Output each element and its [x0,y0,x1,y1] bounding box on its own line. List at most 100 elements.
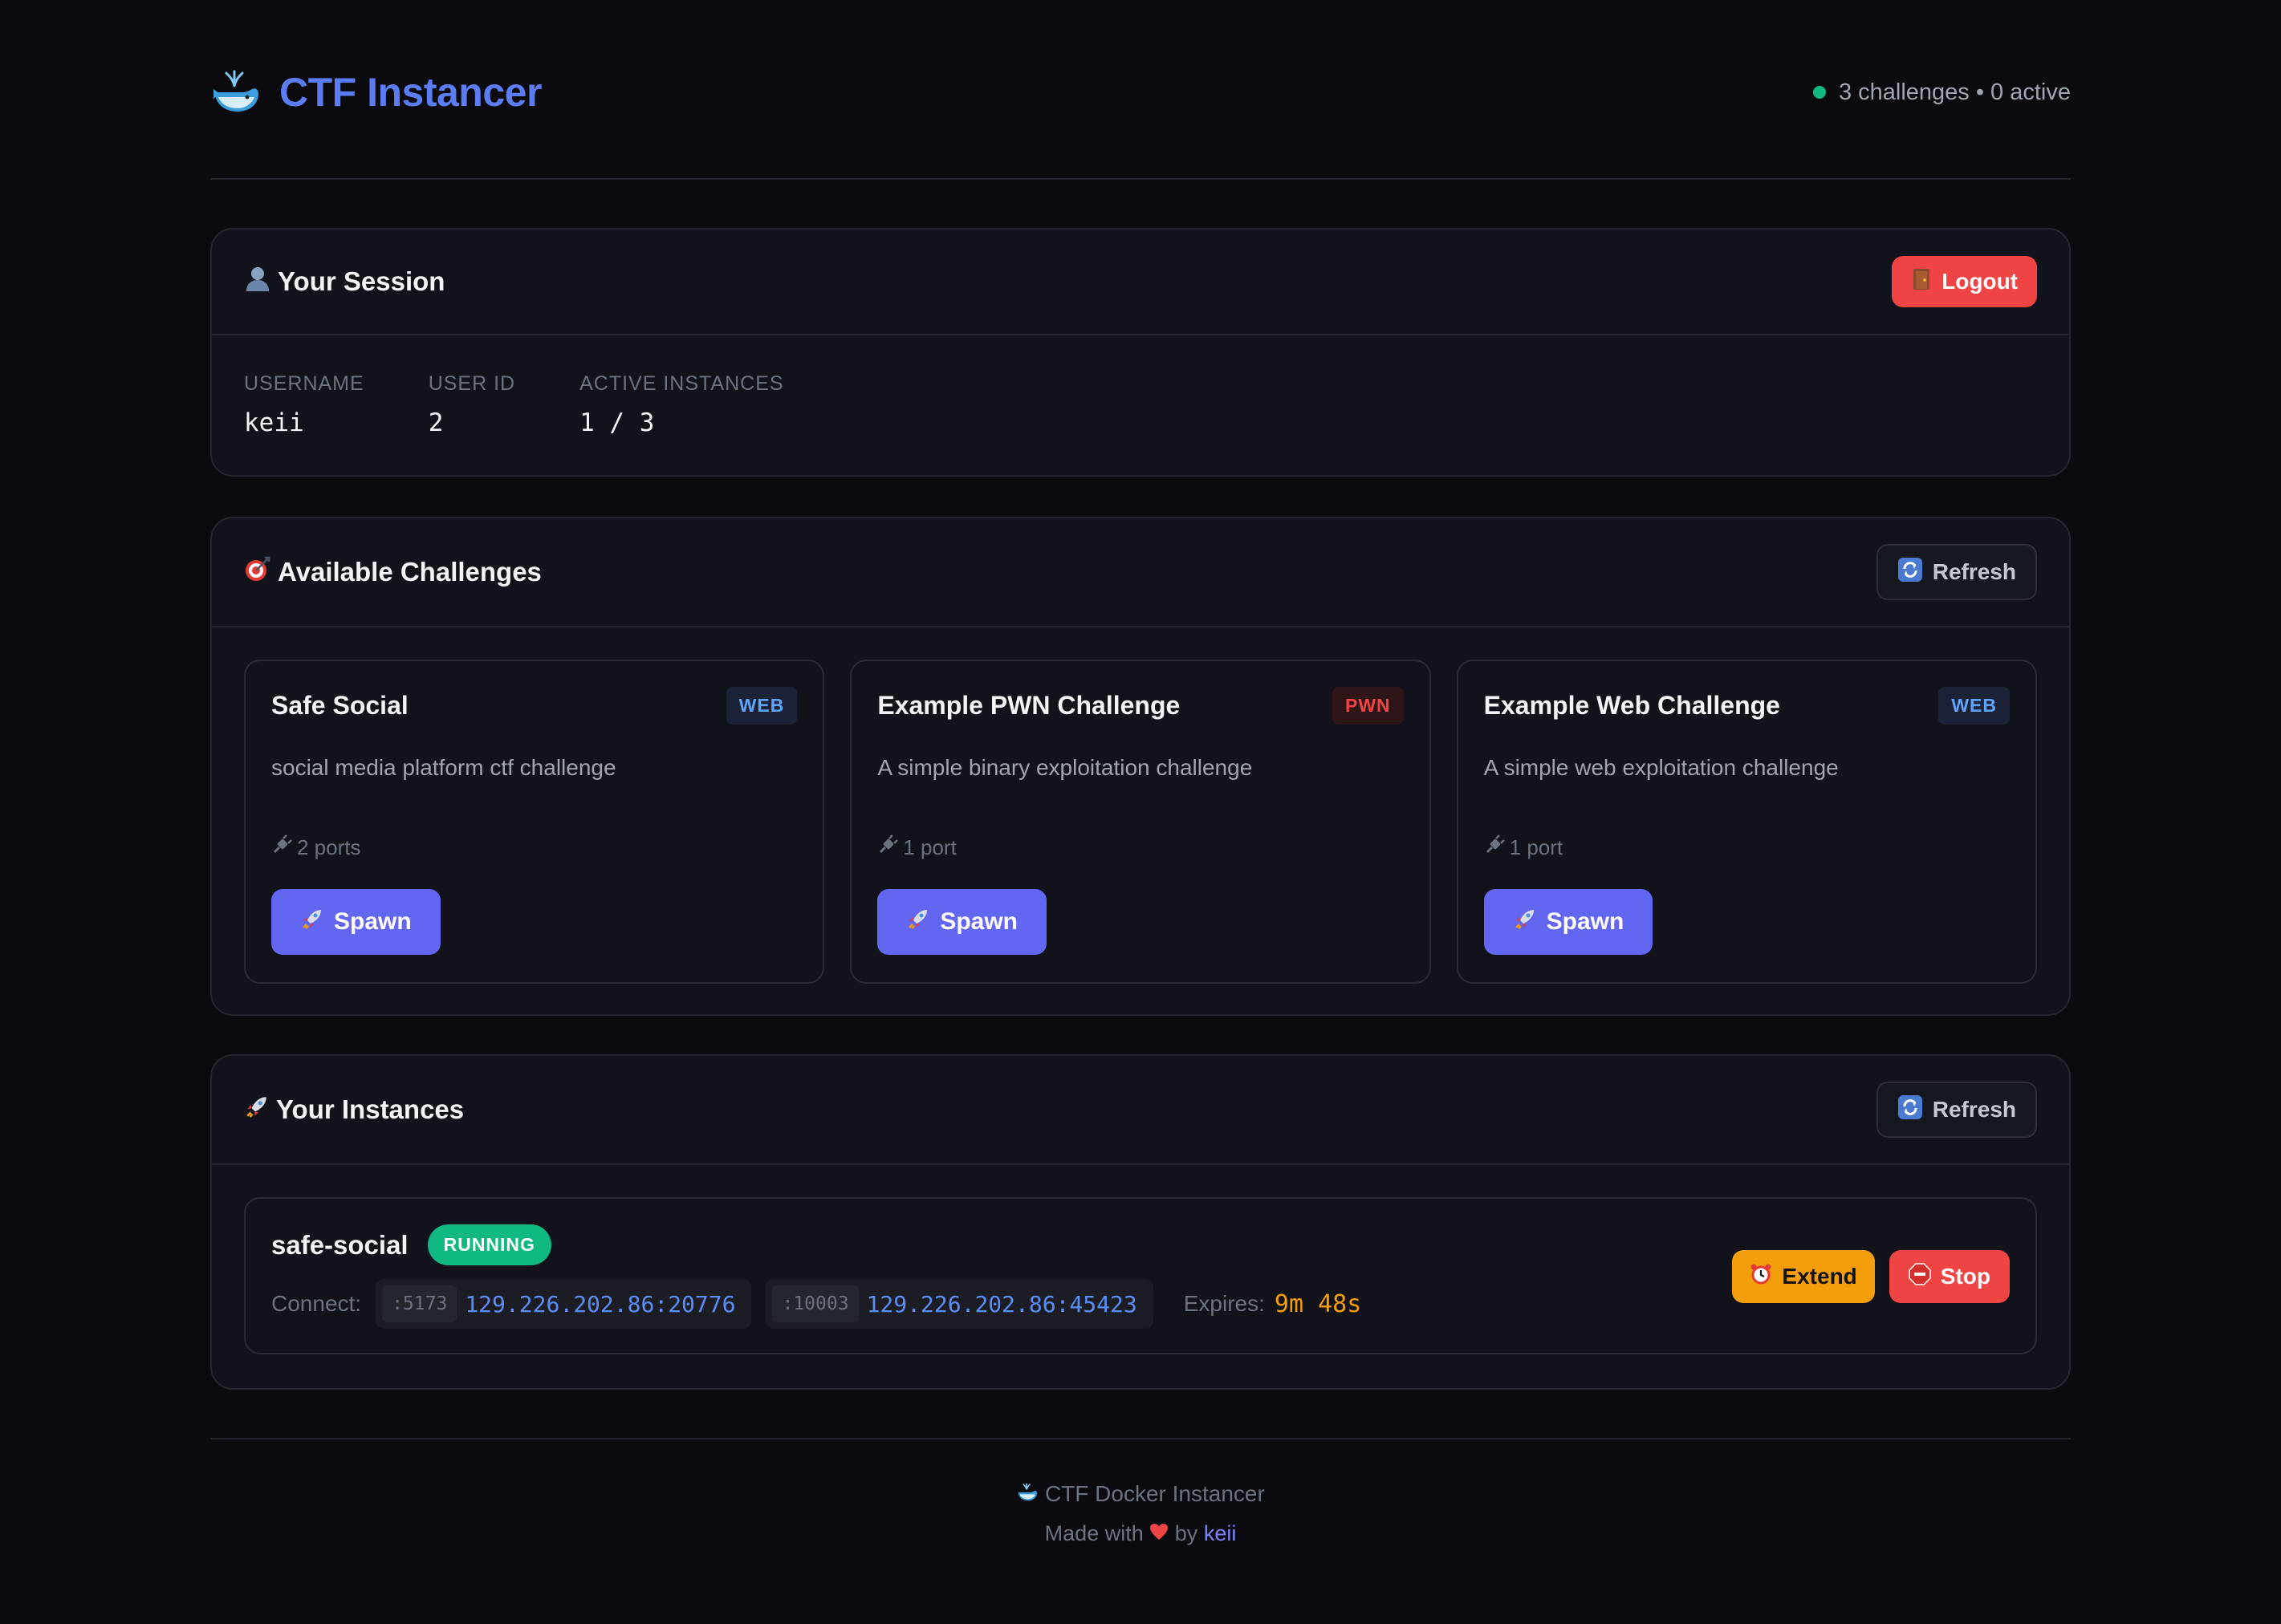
challenges-title-text: Available Challenges [278,557,542,587]
alarm-clock-icon [1750,1263,1772,1291]
brand: CTF Instancer [210,65,542,120]
footer-title-text: CTF Docker Instancer [1044,1481,1265,1506]
challenge-name: Safe Social [271,691,409,720]
challenges-refresh-label: Refresh [1932,559,2016,584]
challenge-name: Example PWN Challenge [877,691,1181,720]
spawn-button[interactable]: Spawn [271,889,441,955]
extend-button[interactable]: Extend [1732,1250,1875,1303]
ports-count: 2 ports [297,835,361,859]
challenge-card: Example Web Challenge WEB A simple web e… [1456,660,2037,984]
connect-label: Connect: [271,1291,362,1316]
spawn-label: Spawn [334,908,412,935]
challenges-panel-header: Available Challenges Refresh [212,518,2069,627]
username-label: USERNAME [244,372,364,395]
author-link[interactable]: keii [1204,1521,1237,1545]
expires-label: Expires: [1183,1291,1265,1316]
door-icon [1911,268,1932,296]
instance-row: safe-social RUNNING Connect: :5173 129.2… [244,1197,2037,1354]
category-badge: WEB [1938,687,2010,725]
instances-panel-header: Your Instances Refresh [212,1056,2069,1165]
stop-button[interactable]: Stop [1889,1250,2010,1303]
by-text: by [1174,1521,1198,1545]
username-value: keii [244,408,304,437]
extend-label: Extend [1782,1264,1857,1289]
rocket-icon [300,907,324,937]
footer: CTF Docker Instancer Made with by keii [210,1438,2071,1546]
spawn-button[interactable]: Spawn [877,889,1047,955]
challenge-list: Safe Social WEB social media platform ct… [212,627,2069,1016]
stop-sign-icon [1909,1262,1931,1291]
plug-icon [271,834,292,861]
instances-panel: Your Instances Refresh safe-social RUNNI… [210,1054,2071,1390]
session-panel-header: Your Session Logout [212,229,2069,335]
user-id-label: USER ID [428,372,516,395]
page: CTF Instancer 3 challenges • 0 active Yo… [210,0,2071,1545]
internal-port: :10003 [772,1285,859,1322]
instances-title: Your Instances [244,1094,464,1126]
footer-title: CTF Docker Instancer [210,1481,2071,1507]
ports-count: 1 port [1509,835,1563,859]
rocket-icon [906,907,930,937]
challenge-ports: 2 ports [271,834,361,861]
challenges-panel: Available Challenges Refresh Safe Social… [210,517,2071,1016]
expiry: Expires: 9m 48s [1184,1290,1362,1318]
logout-label: Logout [1941,269,2018,294]
user-icon [244,265,271,298]
session-panel: Your Session Logout USERNAME keii USER I… [210,228,2071,477]
rocket-icon [244,1094,270,1126]
refresh-icon [1897,557,1923,588]
instance-actions: Extend Stop [1732,1250,2010,1303]
status-text: 3 challenges • 0 active [1838,79,2071,105]
active-instances-field: ACTIVE INSTANCES 1 / 3 [579,372,783,437]
whale-icon [1016,1481,1039,1507]
challenges-refresh-button[interactable]: Refresh [1876,544,2037,600]
plug-icon [877,834,899,861]
ports-count: 1 port [903,835,957,859]
challenge-name: Example Web Challenge [1483,691,1780,720]
stop-label: Stop [1940,1264,1990,1289]
footer-credit: Made with by keii [210,1521,2071,1546]
category-badge: WEB [726,687,798,725]
instances-title-text: Your Instances [276,1094,465,1124]
internal-port: :5173 [382,1285,457,1322]
made-with-text: Made with [1044,1521,1144,1545]
status-badge: RUNNING [427,1224,551,1265]
app-title: CTF Instancer [279,70,542,115]
instance-connections: Connect: :5173 129.226.202.86:20776 :100… [271,1279,1361,1329]
active-instances-value: 1 / 3 [579,408,655,437]
logout-button[interactable]: Logout [1892,256,2037,307]
challenge-ports: 1 port [877,834,957,861]
instances-refresh-label: Refresh [1932,1097,2016,1122]
expires-countdown: 9m 48s [1274,1289,1362,1318]
spawn-label: Spawn [1546,908,1624,935]
spawn-button[interactable]: Spawn [1483,889,1653,955]
session-title: Your Session [244,265,445,298]
connection-entry[interactable]: :10003 129.226.202.86:45423 [766,1279,1153,1329]
spawn-label: Spawn [940,908,1019,935]
instance-name: safe-social [271,1229,409,1260]
target-icon [244,555,271,589]
challenge-ports: 1 port [1484,834,1563,861]
category-badge: PWN [1332,687,1404,725]
connection-address[interactable]: 129.226.202.86:20776 [465,1291,735,1317]
header: CTF Instancer 3 challenges • 0 active [210,0,2071,180]
user-id-field: USER ID 2 [429,372,515,437]
user-id-value: 2 [428,408,444,437]
active-instances-label: ACTIVE INSTANCES [579,372,784,395]
status-summary: 3 challenges • 0 active [1812,79,2071,106]
rocket-icon [1513,907,1537,937]
challenge-card: Safe Social WEB social media platform ct… [244,660,825,984]
challenge-description: social media platform ctf challenge [271,755,616,780]
challenge-card: Example PWN Challenge PWN A simple binar… [850,660,1431,984]
session-fields: USERNAME keii USER ID 2 ACTIVE INSTANCES… [212,335,2069,437]
whale-icon [210,65,262,120]
challenge-description: A simple binary exploitation challenge [877,755,1253,780]
refresh-icon [1897,1094,1923,1126]
session-title-text: Your Session [278,266,445,296]
status-dot-icon [1812,86,1826,99]
connection-entry[interactable]: :5173 129.226.202.86:20776 [376,1279,752,1329]
connection-address[interactable]: 129.226.202.86:45423 [867,1291,1137,1317]
plug-icon [1484,834,1505,861]
instances-refresh-button[interactable]: Refresh [1876,1082,2037,1138]
challenge-description: A simple web exploitation challenge [1483,755,1839,780]
